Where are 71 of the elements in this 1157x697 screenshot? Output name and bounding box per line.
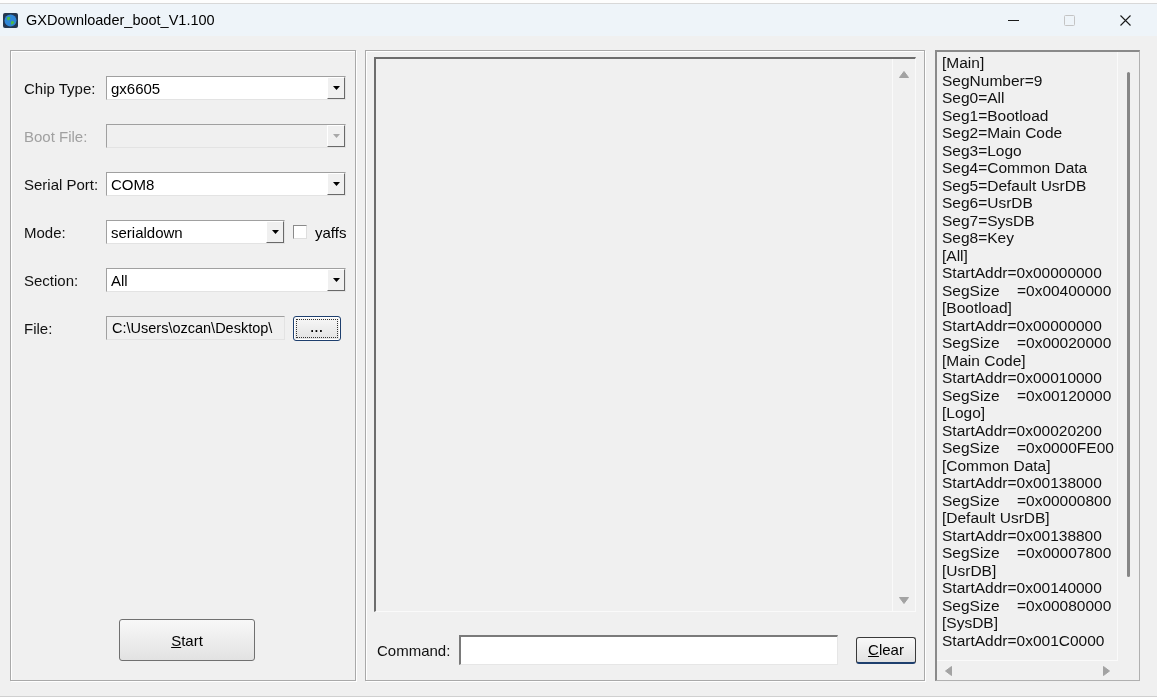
dropdown-button[interactable] bbox=[266, 221, 284, 243]
config-line: [All] bbox=[942, 246, 969, 264]
config-line: SegSize =0x00120000 bbox=[942, 386, 1113, 404]
config-line: StartAddr=0x00138800 bbox=[942, 526, 1103, 544]
scroll-up-icon[interactable] bbox=[899, 71, 909, 78]
config-line: [UsrDB] bbox=[942, 561, 998, 579]
dropdown-button[interactable] bbox=[327, 173, 346, 195]
dropdown[interactable]: COM8 bbox=[106, 172, 347, 196]
dropdown[interactable]: gx6605 bbox=[106, 76, 347, 100]
config-line: Seg5=Default UsrDB bbox=[942, 176, 1088, 194]
start-button[interactable]: Start bbox=[119, 619, 255, 661]
field-label: Chip Type: bbox=[24, 79, 96, 97]
config-line: [Main] bbox=[942, 54, 986, 72]
dropdown[interactable]: All bbox=[106, 268, 347, 292]
caret-down-icon bbox=[271, 230, 279, 234]
config-line: [Main Code] bbox=[942, 351, 1027, 369]
file-path-field[interactable]: C:\Users\ozcan\Desktop\ bbox=[106, 316, 285, 340]
config-line: [Logo] bbox=[942, 404, 987, 422]
config-line: [Common Data] bbox=[942, 456, 1052, 474]
scroll-right-icon[interactable] bbox=[1103, 665, 1110, 676]
config-line: SegSize =0x00007800 bbox=[942, 544, 1113, 562]
field-label: Section: bbox=[24, 271, 79, 289]
field-label: Boot File: bbox=[24, 127, 88, 145]
minimize-icon bbox=[1007, 19, 1019, 21]
window-title: GXDownloader_boot_V1.100 bbox=[26, 12, 215, 28]
config-line: StartAddr=0x001C0000 bbox=[942, 631, 1106, 649]
config-line: SegSize =0x00080000 bbox=[942, 596, 1113, 614]
command-input[interactable] bbox=[459, 635, 838, 665]
config-line: Seg3=Logo bbox=[942, 141, 1023, 159]
config-line: StartAddr=0x00140000 bbox=[942, 579, 1103, 597]
close-icon bbox=[1119, 14, 1131, 26]
config-line: [Default UsrDB] bbox=[942, 509, 1051, 527]
config-line: StartAddr=0x00138000 bbox=[942, 474, 1103, 492]
checkbox[interactable] bbox=[293, 225, 307, 239]
scroll-down-icon[interactable] bbox=[899, 597, 909, 604]
field-label: File: bbox=[24, 319, 53, 337]
config-line: SegSize =0x00020000 bbox=[942, 334, 1113, 352]
config-line: StartAddr=0x00000000 bbox=[942, 264, 1103, 282]
config-line: [Bootload] bbox=[942, 299, 1013, 317]
config-line: SegSize =0x0000FE00 bbox=[942, 439, 1115, 457]
scrollbar-thumb[interactable] bbox=[1127, 72, 1130, 577]
config-line: Seg0=All bbox=[942, 89, 1006, 107]
dropdown[interactable]: serialdown bbox=[106, 220, 285, 244]
config-line: StartAddr=0x00010000 bbox=[942, 369, 1103, 387]
config-line: Seg4=Common Data bbox=[942, 159, 1089, 177]
browse-button[interactable]: ... bbox=[293, 315, 341, 341]
caret-down-icon bbox=[332, 86, 340, 90]
caret-down-icon bbox=[332, 182, 340, 186]
config-line: Seg1=Bootload bbox=[942, 106, 1050, 124]
maximize-icon bbox=[1063, 14, 1075, 26]
config-line: StartAddr=0x00000000 bbox=[942, 316, 1103, 334]
scroll-left-icon[interactable] bbox=[945, 665, 952, 676]
config-line: SegNumber=9 bbox=[942, 71, 1044, 89]
clear-button[interactable]: Clear bbox=[856, 636, 916, 664]
config-line: SegSize =0x00000800 bbox=[942, 491, 1113, 509]
config-line: Seg2=Main Code bbox=[942, 124, 1064, 142]
caret-down-icon bbox=[332, 278, 340, 282]
config-line: [SysDB] bbox=[942, 614, 999, 632]
field-label: Mode: bbox=[24, 223, 66, 241]
command-label: Command: bbox=[377, 641, 451, 659]
config-line: Seg6=UsrDB bbox=[942, 194, 1034, 212]
caret-down-icon bbox=[332, 134, 340, 138]
dropdown-button[interactable] bbox=[327, 269, 346, 291]
config-line: StartAddr=0x00020200 bbox=[942, 421, 1103, 439]
dropdown-button[interactable] bbox=[327, 77, 346, 99]
config-line: Seg8=Key bbox=[942, 229, 1015, 247]
globe-icon bbox=[3, 12, 18, 28]
config-line: SegSize =0x00400000 bbox=[942, 281, 1113, 299]
config-line: Seg7=SysDB bbox=[942, 211, 1036, 229]
field-label: Serial Port: bbox=[24, 175, 99, 193]
checkbox-label[interactable]: yaffs bbox=[315, 223, 347, 241]
